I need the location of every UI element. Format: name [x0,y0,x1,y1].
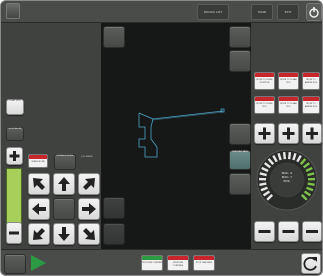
jog-up-right-button[interactable] [78,173,100,195]
jog-center-button[interactable] [53,198,75,220]
dial-tick [307,182,315,186]
plus-icon [258,127,271,140]
minus-button-3[interactable] [302,221,322,242]
dial-label-pos: POS. [283,179,291,183]
right-panel: MOVE TO HOME POSITION MOVE TO CLEAR POS … [251,23,322,249]
dial-tick [282,152,287,160]
speed-mode-button[interactable]: SPEED MODE [28,154,48,168]
bottom-left-button[interactable] [4,254,26,274]
macro-button-2[interactable]: MOVE TO CLEAR POS [278,72,299,90]
arrow-down-left-icon [33,228,45,240]
macro-button-3[interactable]: MOVE TO ARRIVE POS [302,72,320,90]
minus-button-left[interactable] [6,222,22,244]
jog-right-button[interactable] [78,198,100,220]
tab-macro-list[interactable]: MACRO LIST [197,4,229,20]
dial-tick [307,172,315,177]
plus-icon [282,127,295,140]
bottom-bar: TEST RUN CONFIRM STEP RUN CONTINUE STOP … [1,249,322,275]
plus-icon [9,151,20,161]
dial-tick [259,172,267,177]
step-run-button[interactable]: STEP RUN CONTINUE [167,255,189,271]
macro-button-6[interactable]: MOVE TO ARRIVE POS [302,96,320,114]
dial-readout: MAC. X MAC. Y POS. [271,171,303,187]
top-bar: MACRO LIST MAIN EXIT [1,1,322,23]
logo-icon [6,3,20,19]
power-icon [309,7,319,18]
jog-left-button[interactable] [28,198,50,220]
play-icon [31,255,46,271]
plus-button-left[interactable] [6,147,23,165]
macro-button-1[interactable]: MOVE TO HOME POSITION [254,72,275,90]
minus-icon [258,230,271,233]
path-viewport[interactable]: TEACHING PATH [101,23,251,249]
distance-mode-button[interactable]: DISTANCE MODE [54,154,76,170]
arrow-down-icon [58,227,70,241]
side-button-1[interactable]: LIGHT MTR [6,99,24,115]
tab-main[interactable]: MAIN [251,4,273,20]
tab-exit[interactable]: EXIT [277,4,299,20]
arrow-up-icon [58,177,70,191]
stop-teaching-button[interactable]: STOP TEACHING [193,255,215,271]
restart-icon [303,256,317,271]
jog-down-left-button[interactable] [28,223,50,245]
arrow-right-icon [82,203,96,215]
jog-down-button[interactable] [53,223,75,245]
minus-button-2[interactable] [278,221,299,242]
test-run-button[interactable]: TEST RUN CONFIRM [141,255,163,271]
dial-tick [287,152,292,160]
play-button[interactable] [28,254,48,272]
path-drawing [138,108,225,158]
plus-button-2[interactable] [278,123,299,144]
power-button[interactable] [306,3,322,21]
arrow-up-left-icon [33,178,45,190]
dial-tick [259,182,267,186]
minus-icon [306,230,318,233]
macro-button-5[interactable]: MOVE TO CLEAR POS [278,96,299,114]
app-window: MACRO LIST MAIN EXIT LIGHT MTR HOLD ALIG… [0,0,323,276]
jog-speed-label: JOG SPEED [81,156,93,158]
side-button-2[interactable]: HOLD ALIGN [6,127,24,141]
arrow-up-right-icon [83,178,95,190]
macro-button-4[interactable]: MOVE TO HOME POS [254,96,275,114]
plus-button-1[interactable] [254,123,275,144]
jog-up-left-button[interactable] [28,173,50,195]
restart-button[interactable] [301,253,321,274]
jog-up-button[interactable] [53,173,75,195]
minus-button-1[interactable] [254,221,275,242]
arrow-left-icon [32,203,46,215]
plus-button-3[interactable] [302,123,322,144]
plus-icon [306,127,318,140]
arrow-down-right-icon [83,228,95,240]
minus-icon [282,230,295,233]
left-panel: LIGHT MTR HOLD ALIGN SPEED MODE DISTANCE… [1,23,101,249]
jog-down-right-button[interactable] [78,223,100,245]
minus-icon [9,231,19,235]
